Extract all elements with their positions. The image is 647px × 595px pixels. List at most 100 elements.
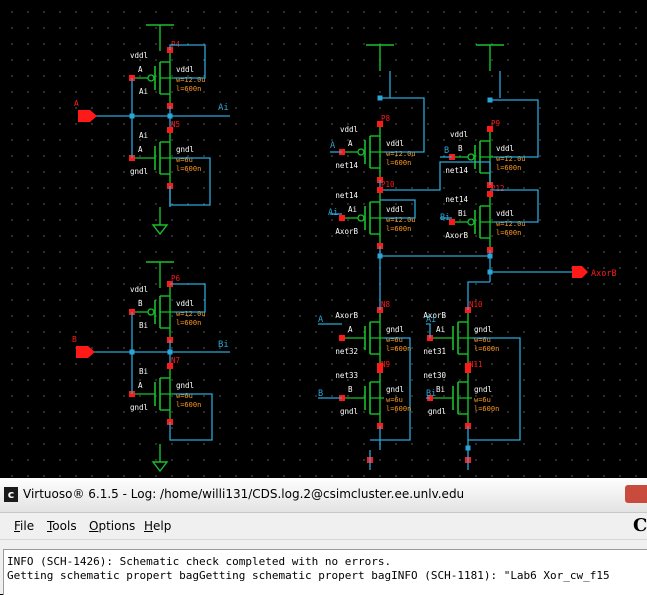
gate-net-label: A [138, 65, 143, 74]
log-line: Getting schematic propert bagGetting sch… [7, 569, 610, 582]
net-label-ai: Ai [218, 103, 229, 113]
drain-net-label: gndl [130, 167, 148, 176]
input-pin-a[interactable] [78, 110, 97, 122]
length-parameter: l=600n [386, 159, 411, 167]
length-parameter: l=600n [386, 225, 411, 233]
width-parameter: w=6u [474, 396, 491, 404]
source-net-label: vddl [130, 285, 148, 294]
bulk-net-label: gndl [386, 325, 404, 334]
length-parameter: l=600n [176, 401, 201, 409]
gate-net-label: Ai [348, 205, 357, 214]
net-label-ai-down: Ai [426, 315, 436, 325]
width-parameter: w=12.0u [496, 155, 526, 163]
pmos-bubble-icon [467, 218, 475, 226]
close-button[interactable] [625, 485, 647, 503]
gate-net-label: A [138, 381, 143, 390]
menu-help[interactable]: Help [144, 519, 171, 533]
gate-net-label: B [138, 299, 143, 308]
title-bar[interactable]: c Virtuoso® 6.1.5 - Log: /home/willi131/… [0, 478, 647, 513]
schematic-drawing[interactable]: P4vddlA vddlw=12.0ul=600nAiN5AiA gndlw=6ul… [0, 0, 647, 478]
menu-file[interactable]: File [14, 519, 34, 533]
bulk-net-label: vddl [386, 205, 404, 214]
instance-name: P8 [381, 114, 391, 123]
instance-name: N10 [469, 300, 483, 309]
gate-net-label: A [138, 145, 143, 154]
width-parameter: w=12.0u [386, 150, 416, 158]
instance-name: P6 [171, 274, 181, 283]
instance-name: N8 [381, 300, 391, 309]
log-output[interactable]: INFO (SCH-1426): Schematic check complet… [3, 549, 647, 595]
source-net-label: vddl [130, 51, 148, 60]
length-parameter: l=600n [176, 319, 201, 327]
length-parameter: l=600n [474, 405, 499, 413]
source-net-label: Bi [139, 367, 148, 376]
wire[interactable] [489, 256, 572, 273]
log-line: INFO (SCH-1426): Schematic check complet… [7, 555, 392, 568]
pmos-bubble-icon [357, 148, 365, 156]
width-parameter: w=6u [176, 156, 193, 164]
width-parameter: w=6u [386, 396, 403, 404]
width-parameter: w=12.0u [176, 76, 206, 84]
net-label-a-down: A [318, 315, 323, 325]
gate-net-label: B [348, 385, 353, 394]
drain-net-label: net31 [423, 347, 446, 356]
input-pin-b-label: B [72, 335, 77, 344]
net-label-a-up: A [330, 141, 335, 151]
source-net-label: net14 [445, 195, 468, 204]
bulk-net-label: gndl [176, 381, 194, 390]
gate-net-label: Bi [458, 209, 467, 218]
source-net-label: net33 [335, 371, 358, 380]
wire[interactable] [379, 246, 491, 257]
instance-name: P10 [381, 180, 395, 189]
length-parameter: l=600n [496, 229, 521, 237]
wire-junction [129, 113, 135, 119]
instance-name: N7 [171, 356, 180, 365]
menu-tools[interactable]: Tools [47, 519, 77, 533]
net-label-b-down: B [318, 389, 323, 399]
wire-junction [465, 445, 471, 451]
pmos-bubble-icon [467, 153, 475, 161]
output-pin-axorb[interactable] [572, 266, 588, 278]
drain-net-label: Bi [139, 321, 148, 330]
bulk-net-label: gndl [176, 145, 194, 154]
width-parameter: w=12.0u [496, 220, 526, 228]
width-parameter: w=12.0u [386, 216, 416, 224]
bulk-net-label: gndl [386, 385, 404, 394]
source-net-label: vddl [450, 130, 468, 139]
drain-net-label: gndl [130, 403, 148, 412]
input-pin-b[interactable] [76, 346, 95, 358]
gate-net-label: A [348, 325, 353, 334]
drain-net-label: gndl [428, 407, 446, 416]
bulk-net-label: vddl [386, 139, 404, 148]
source-net-label: net14 [335, 191, 358, 200]
menu-bar: File Tools Options Help C [0, 513, 647, 540]
drain-net-label: net32 [335, 347, 358, 356]
length-parameter: l=600n [386, 405, 411, 413]
wire-junction [167, 113, 173, 119]
output-pin-axorb-label: AxorB [591, 269, 617, 279]
virtuoso-app-icon: c [4, 487, 18, 502]
bulk-net-label: vddl [496, 144, 514, 153]
input-pin-a-label: A [74, 99, 79, 108]
bulk-net-label: vddl [176, 65, 194, 74]
instance-name: N5 [171, 120, 180, 129]
menu-options[interactable]: Options [89, 519, 135, 533]
ground-icon [151, 224, 169, 236]
wire-junction [129, 349, 135, 355]
length-parameter: l=600n [474, 345, 499, 353]
instance-name: N9 [381, 360, 390, 369]
length-parameter: l=600n [496, 164, 521, 172]
source-net-label: net30 [423, 371, 446, 380]
length-parameter: l=600n [386, 345, 411, 353]
drain-net-label: AxorB [445, 231, 468, 240]
schematic-canvas[interactable]: P4 vddl Avddl w=12.0u l=600n Ai N5 Ai Agndl w=6u l… [0, 0, 647, 478]
gate-net-label: A [348, 139, 353, 148]
length-parameter: l=600n [176, 165, 201, 173]
window-title: Virtuoso® 6.1.5 - Log: /home/willi131/CD… [23, 487, 465, 501]
drain-net-label: net14 [445, 166, 468, 175]
gate-net-label: Ai [436, 325, 445, 334]
gate-pin [339, 335, 345, 341]
width-parameter: w=6u [474, 336, 491, 344]
wire-junction [167, 349, 173, 355]
instance-name: P12 [491, 184, 505, 193]
